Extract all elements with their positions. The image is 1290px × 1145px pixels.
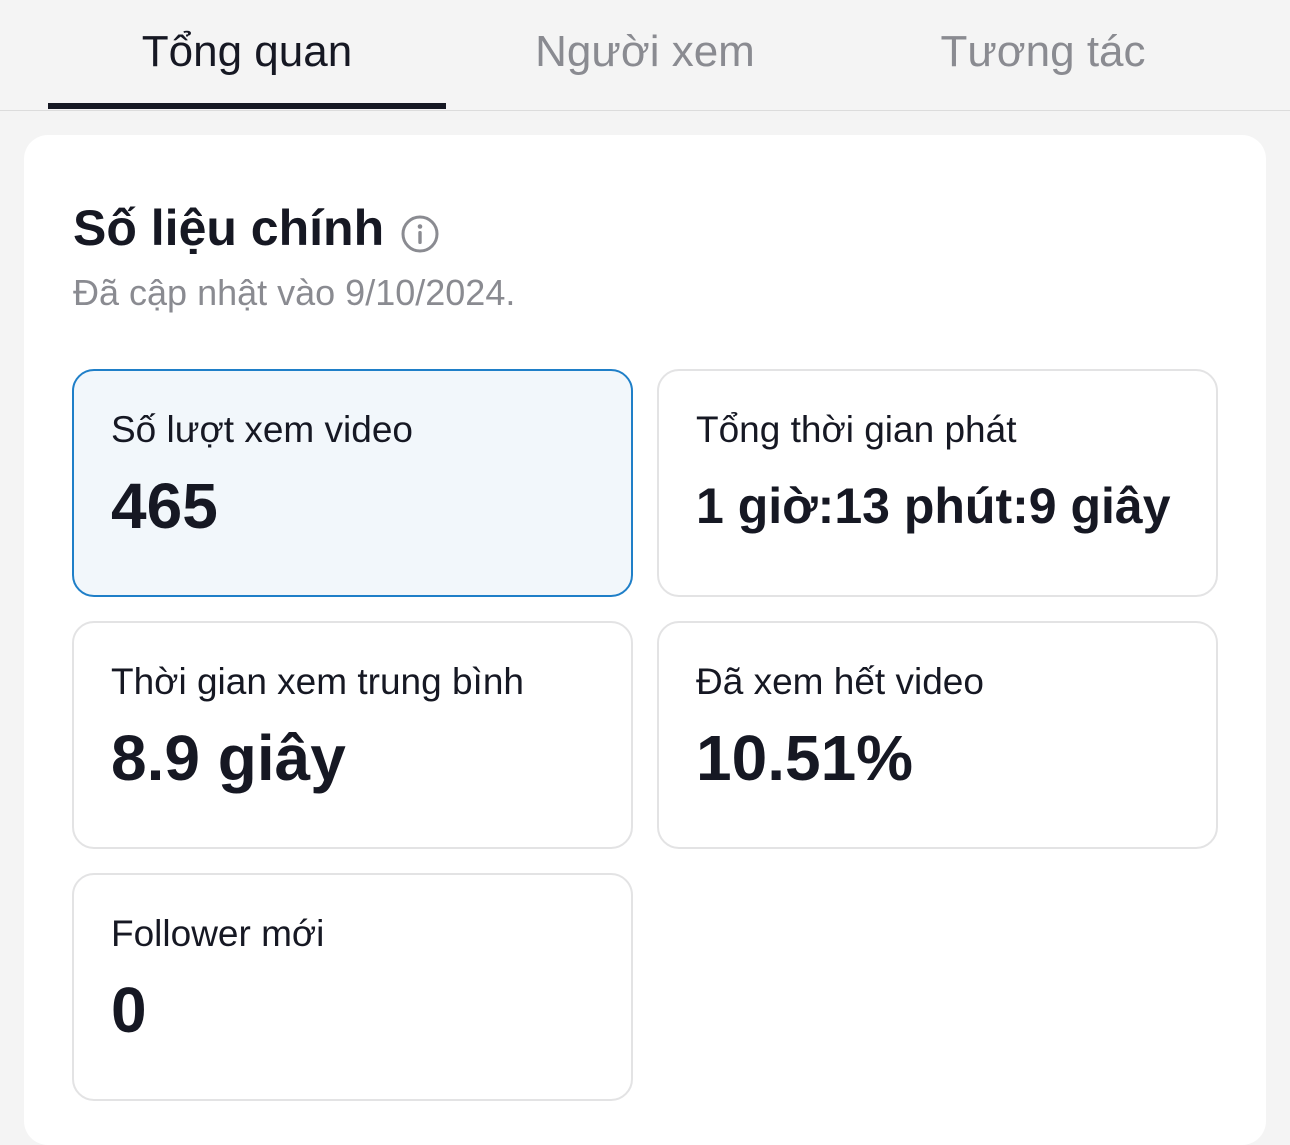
metric-label: Số lượt xem video xyxy=(111,409,413,450)
metric-value: 1 giờ:13 phút:9 giây xyxy=(696,478,1171,534)
metric-watched-full-video[interactable]: Đã xem hết video 10.51% xyxy=(657,621,1218,849)
info-icon[interactable] xyxy=(400,208,440,253)
metric-video-views[interactable]: Số lượt xem video 465 xyxy=(72,369,633,597)
tab-viewers[interactable]: Người xem xyxy=(446,0,844,110)
metric-value: 8.9 giây xyxy=(111,722,346,794)
tab-engagement-label: Tương tác xyxy=(940,27,1146,76)
metric-new-followers[interactable]: Follower mới 0 xyxy=(72,873,633,1101)
metric-average-watch-time[interactable]: Thời gian xem trung bình 8.9 giây xyxy=(72,621,633,849)
tab-engagement[interactable]: Tương tác xyxy=(844,0,1242,110)
metric-value: 465 xyxy=(111,470,218,542)
metric-label: Tổng thời gian phát xyxy=(696,409,1017,450)
metric-total-play-time[interactable]: Tổng thời gian phát 1 giờ:13 phút:9 giây xyxy=(657,369,1218,597)
metric-label: Đã xem hết video xyxy=(696,661,984,702)
section-header: Số liệu chính xyxy=(73,199,440,257)
updated-date: Đã cập nhật vào 9/10/2024. xyxy=(73,272,516,313)
section-title: Số liệu chính xyxy=(73,200,385,256)
key-metrics-card: Số liệu chính Đã cập nhật vào 9/10/2024.… xyxy=(24,135,1266,1145)
tab-overview-label: Tổng quan xyxy=(141,27,353,76)
tab-overview[interactable]: Tổng quan xyxy=(48,0,446,110)
active-tab-indicator xyxy=(48,103,446,109)
metric-label: Thời gian xem trung bình xyxy=(111,661,524,702)
tab-viewers-label: Người xem xyxy=(535,27,755,76)
metric-value: 0 xyxy=(111,974,147,1046)
metric-label: Follower mới xyxy=(111,913,325,954)
metric-value: 10.51% xyxy=(696,722,914,794)
tab-bar: Tổng quan Người xem Tương tác xyxy=(0,0,1290,111)
